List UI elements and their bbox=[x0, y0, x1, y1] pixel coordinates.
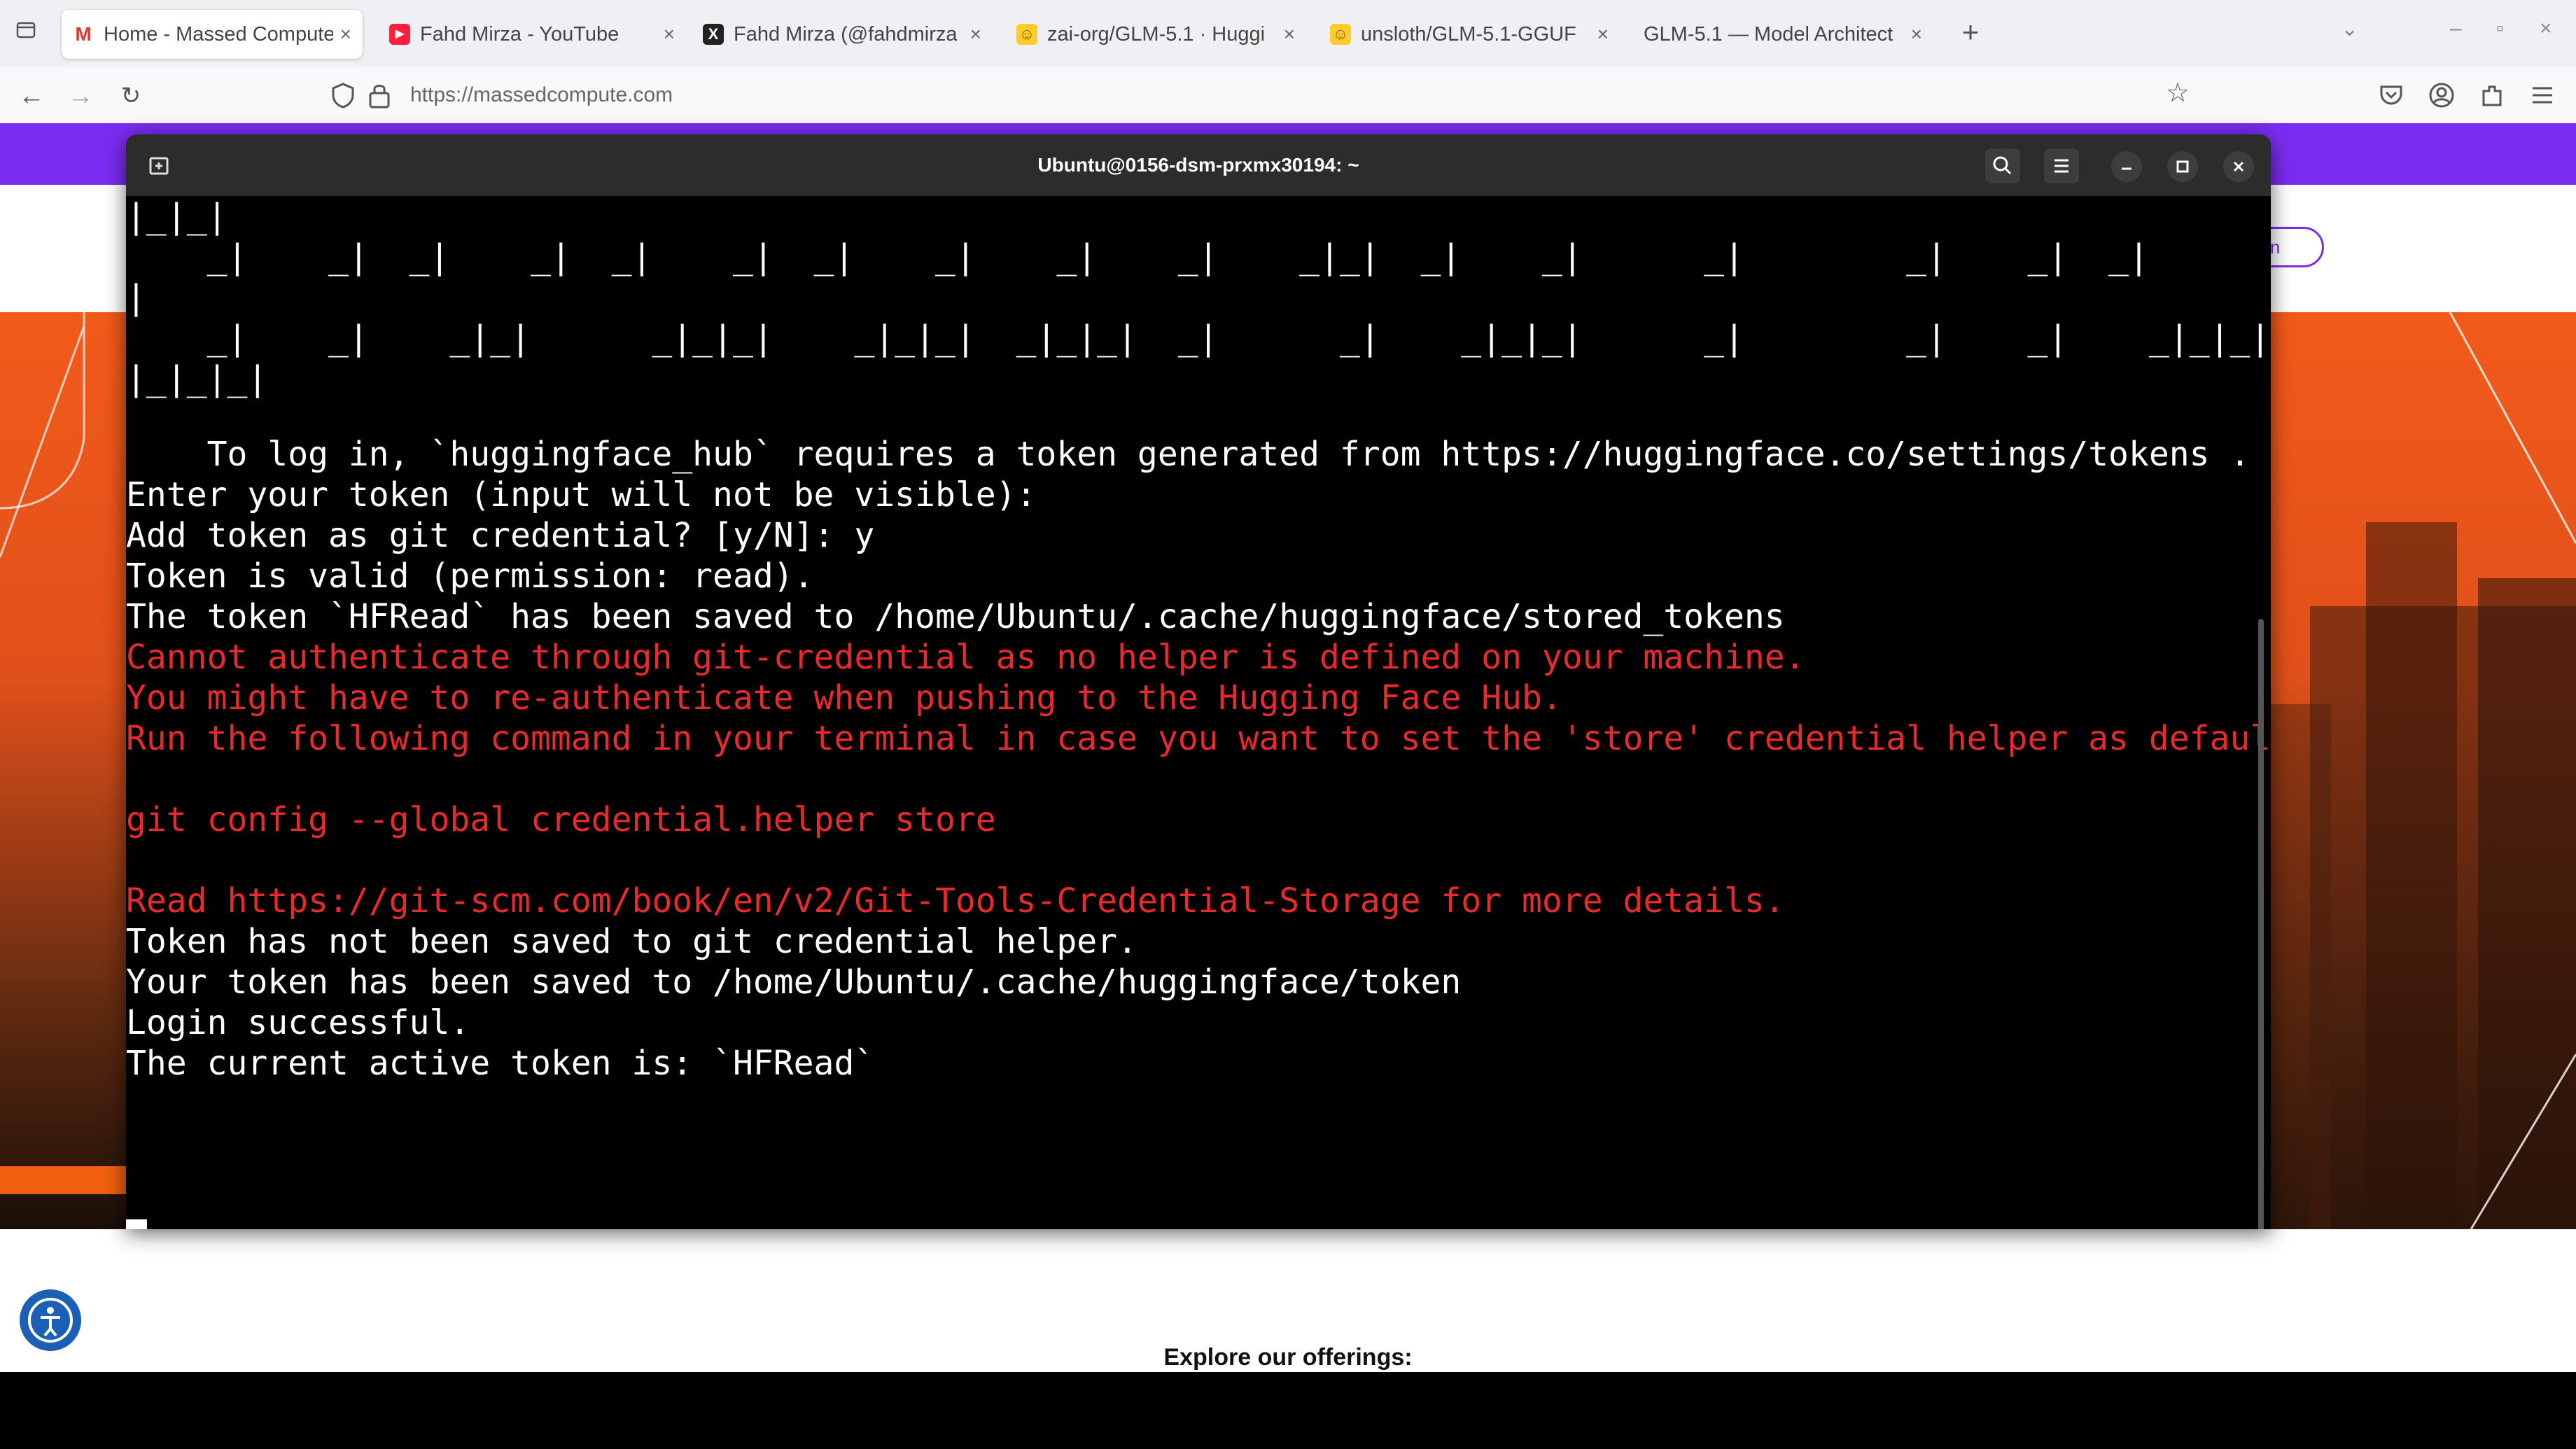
tab-label: Fahd Mirza - YouTube bbox=[420, 22, 620, 46]
back-arrow-icon[interactable]: ← bbox=[13, 77, 50, 115]
explore-offerings-heading: Explore our offerings: bbox=[1163, 1344, 1413, 1371]
tab-label: Home - Massed Compute bbox=[104, 22, 333, 46]
maximize-window-icon[interactable]: ▫ bbox=[2496, 17, 2504, 41]
terminal-header-bar: Ubuntu@0156-dsm-prxmx30194: ~ bbox=[126, 134, 2271, 196]
account-icon[interactable] bbox=[2426, 80, 2457, 111]
massed-compute-icon: M bbox=[73, 24, 94, 45]
tab-massed-compute[interactable]: M Home - Massed Compute × bbox=[62, 10, 363, 59]
reload-icon[interactable]: ↻ bbox=[112, 77, 150, 115]
forward-arrow-icon[interactable]: → bbox=[62, 77, 99, 115]
tab-list-icon[interactable] bbox=[10, 18, 42, 50]
terminal-scrollbar[interactable] bbox=[2258, 619, 2264, 1229]
tab-overflow-chevron-icon[interactable]: ⌄ bbox=[2341, 17, 2358, 41]
terminal-output-line: Your token has been saved to /home/Ubunt… bbox=[126, 962, 1462, 1002]
close-tab-icon[interactable]: × bbox=[1284, 23, 1295, 46]
close-tab-icon[interactable]: × bbox=[970, 23, 981, 46]
terminal-output-line: The current active token is: `HFRead` bbox=[126, 1044, 875, 1083]
close-tab-icon[interactable]: × bbox=[1597, 23, 1609, 46]
close-tab-icon[interactable]: × bbox=[664, 23, 675, 46]
pocket-icon[interactable] bbox=[2376, 80, 2407, 111]
video-letterbox-bottom bbox=[0, 1372, 2576, 1449]
hamburger-menu-icon[interactable] bbox=[2527, 80, 2558, 111]
x-icon: X bbox=[703, 24, 724, 45]
browser-nav-bar: ← → ↻ https://massedcompute.com ☆ bbox=[0, 67, 2576, 123]
terminal-cursor bbox=[126, 1219, 147, 1229]
terminal-menu-icon[interactable] bbox=[2044, 148, 2079, 183]
tab-unsloth-gguf[interactable]: ☺ unsloth/GLM-5.1-GGUF × bbox=[1319, 10, 1620, 59]
tab-label: Fahd Mirza (@fahdmirza bbox=[734, 22, 958, 46]
minimize-window-icon[interactable]: – bbox=[2450, 17, 2462, 41]
youtube-icon: ▶ bbox=[389, 24, 410, 45]
close-icon[interactable] bbox=[2223, 151, 2254, 182]
terminal-window[interactable]: Ubuntu@0156-dsm-prxmx30194: ~ |_|_| _| _… bbox=[126, 134, 2271, 1229]
tab-label: zai-org/GLM-5.1 · Huggi bbox=[1047, 22, 1266, 46]
huggingface-icon: ☺ bbox=[1016, 24, 1037, 45]
terminal-error-line: You might have to re-authenticate when p… bbox=[126, 678, 1562, 718]
ascii-banner-line: |_|_| bbox=[126, 197, 227, 236]
terminal-output[interactable]: |_|_| _| _| _| _| _| _| _| _| _| _| _|_|… bbox=[126, 196, 2271, 1229]
terminal-output-line: Add token as git credential? [y/N]: y bbox=[126, 516, 875, 555]
maximize-icon[interactable] bbox=[2167, 151, 2198, 182]
close-window-icon[interactable]: × bbox=[2540, 17, 2552, 41]
terminal-output-line: Enter your token (input will not be visi… bbox=[126, 475, 1037, 514]
ascii-banner-line: |_|_|_| bbox=[126, 359, 268, 398]
tab-x-profile[interactable]: X Fahd Mirza (@fahdmirza × bbox=[692, 10, 993, 59]
terminal-output-line: Token is valid (permission: read). bbox=[126, 556, 814, 596]
ascii-banner-line: _| _| _|_| _|_|_| _|_|_| _|_|_| _| _| _|… bbox=[126, 318, 2271, 358]
terminal-title: Ubuntu@0156-dsm-prxmx30194: ~ bbox=[1037, 154, 1359, 176]
terminal-output-line: The token `HFRead` has been saved to /ho… bbox=[126, 597, 1785, 636]
accessibility-icon bbox=[28, 1298, 73, 1343]
url-text[interactable]: https://massedcompute.com bbox=[410, 83, 673, 107]
accessibility-widget-button[interactable] bbox=[20, 1289, 81, 1351]
minimize-icon[interactable] bbox=[2111, 151, 2142, 182]
tab-model-architecture[interactable]: GLM-5.1 — Model Architect × bbox=[1632, 10, 1933, 59]
ascii-banner-line: | bbox=[126, 278, 146, 317]
tab-glm-huggingface[interactable]: ☺ zai-org/GLM-5.1 · Huggi × bbox=[1005, 10, 1306, 59]
terminal-output-line: To log in, `huggingface_hub` requires a … bbox=[126, 435, 2250, 474]
url-bar[interactable]: https://massedcompute.com bbox=[322, 74, 2205, 116]
terminal-error-line: Run the following command in your termin… bbox=[126, 719, 2271, 758]
terminal-output-line: Login successful. bbox=[126, 1003, 470, 1042]
tab-label: unsloth/GLM-5.1-GGUF bbox=[1361, 22, 1576, 46]
close-tab-icon[interactable]: × bbox=[340, 23, 351, 46]
lock-icon[interactable] bbox=[367, 81, 392, 109]
new-tab-button[interactable]: + bbox=[1953, 15, 1988, 49]
ascii-banner-line: _| _| _| _| _| _| _| _| _| _| _|_| _| _|… bbox=[126, 237, 2271, 276]
huggingface-icon: ☺ bbox=[1330, 24, 1351, 45]
browser-tab-bar: M Home - Massed Compute × ▶ Fahd Mirza -… bbox=[0, 0, 2576, 68]
search-icon[interactable] bbox=[1985, 148, 2020, 183]
close-tab-icon[interactable]: × bbox=[1911, 23, 1922, 46]
tracking-shield-icon[interactable] bbox=[329, 81, 357, 109]
extensions-icon[interactable] bbox=[2477, 80, 2507, 111]
terminal-output-line: Token has not been saved to git credenti… bbox=[126, 922, 1138, 961]
terminal-error-line: Read https://git-scm.com/book/en/v2/Git-… bbox=[126, 881, 1785, 920]
terminal-error-line: Cannot authenticate through git-credenti… bbox=[126, 638, 1805, 677]
tab-label: GLM-5.1 — Model Architect bbox=[1644, 22, 1893, 46]
terminal-error-line: git config --global credential.helper st… bbox=[126, 800, 996, 839]
tab-youtube[interactable]: ▶ Fahd Mirza - YouTube × bbox=[378, 10, 686, 59]
bookmark-star-icon[interactable]: ☆ bbox=[2166, 77, 2190, 108]
